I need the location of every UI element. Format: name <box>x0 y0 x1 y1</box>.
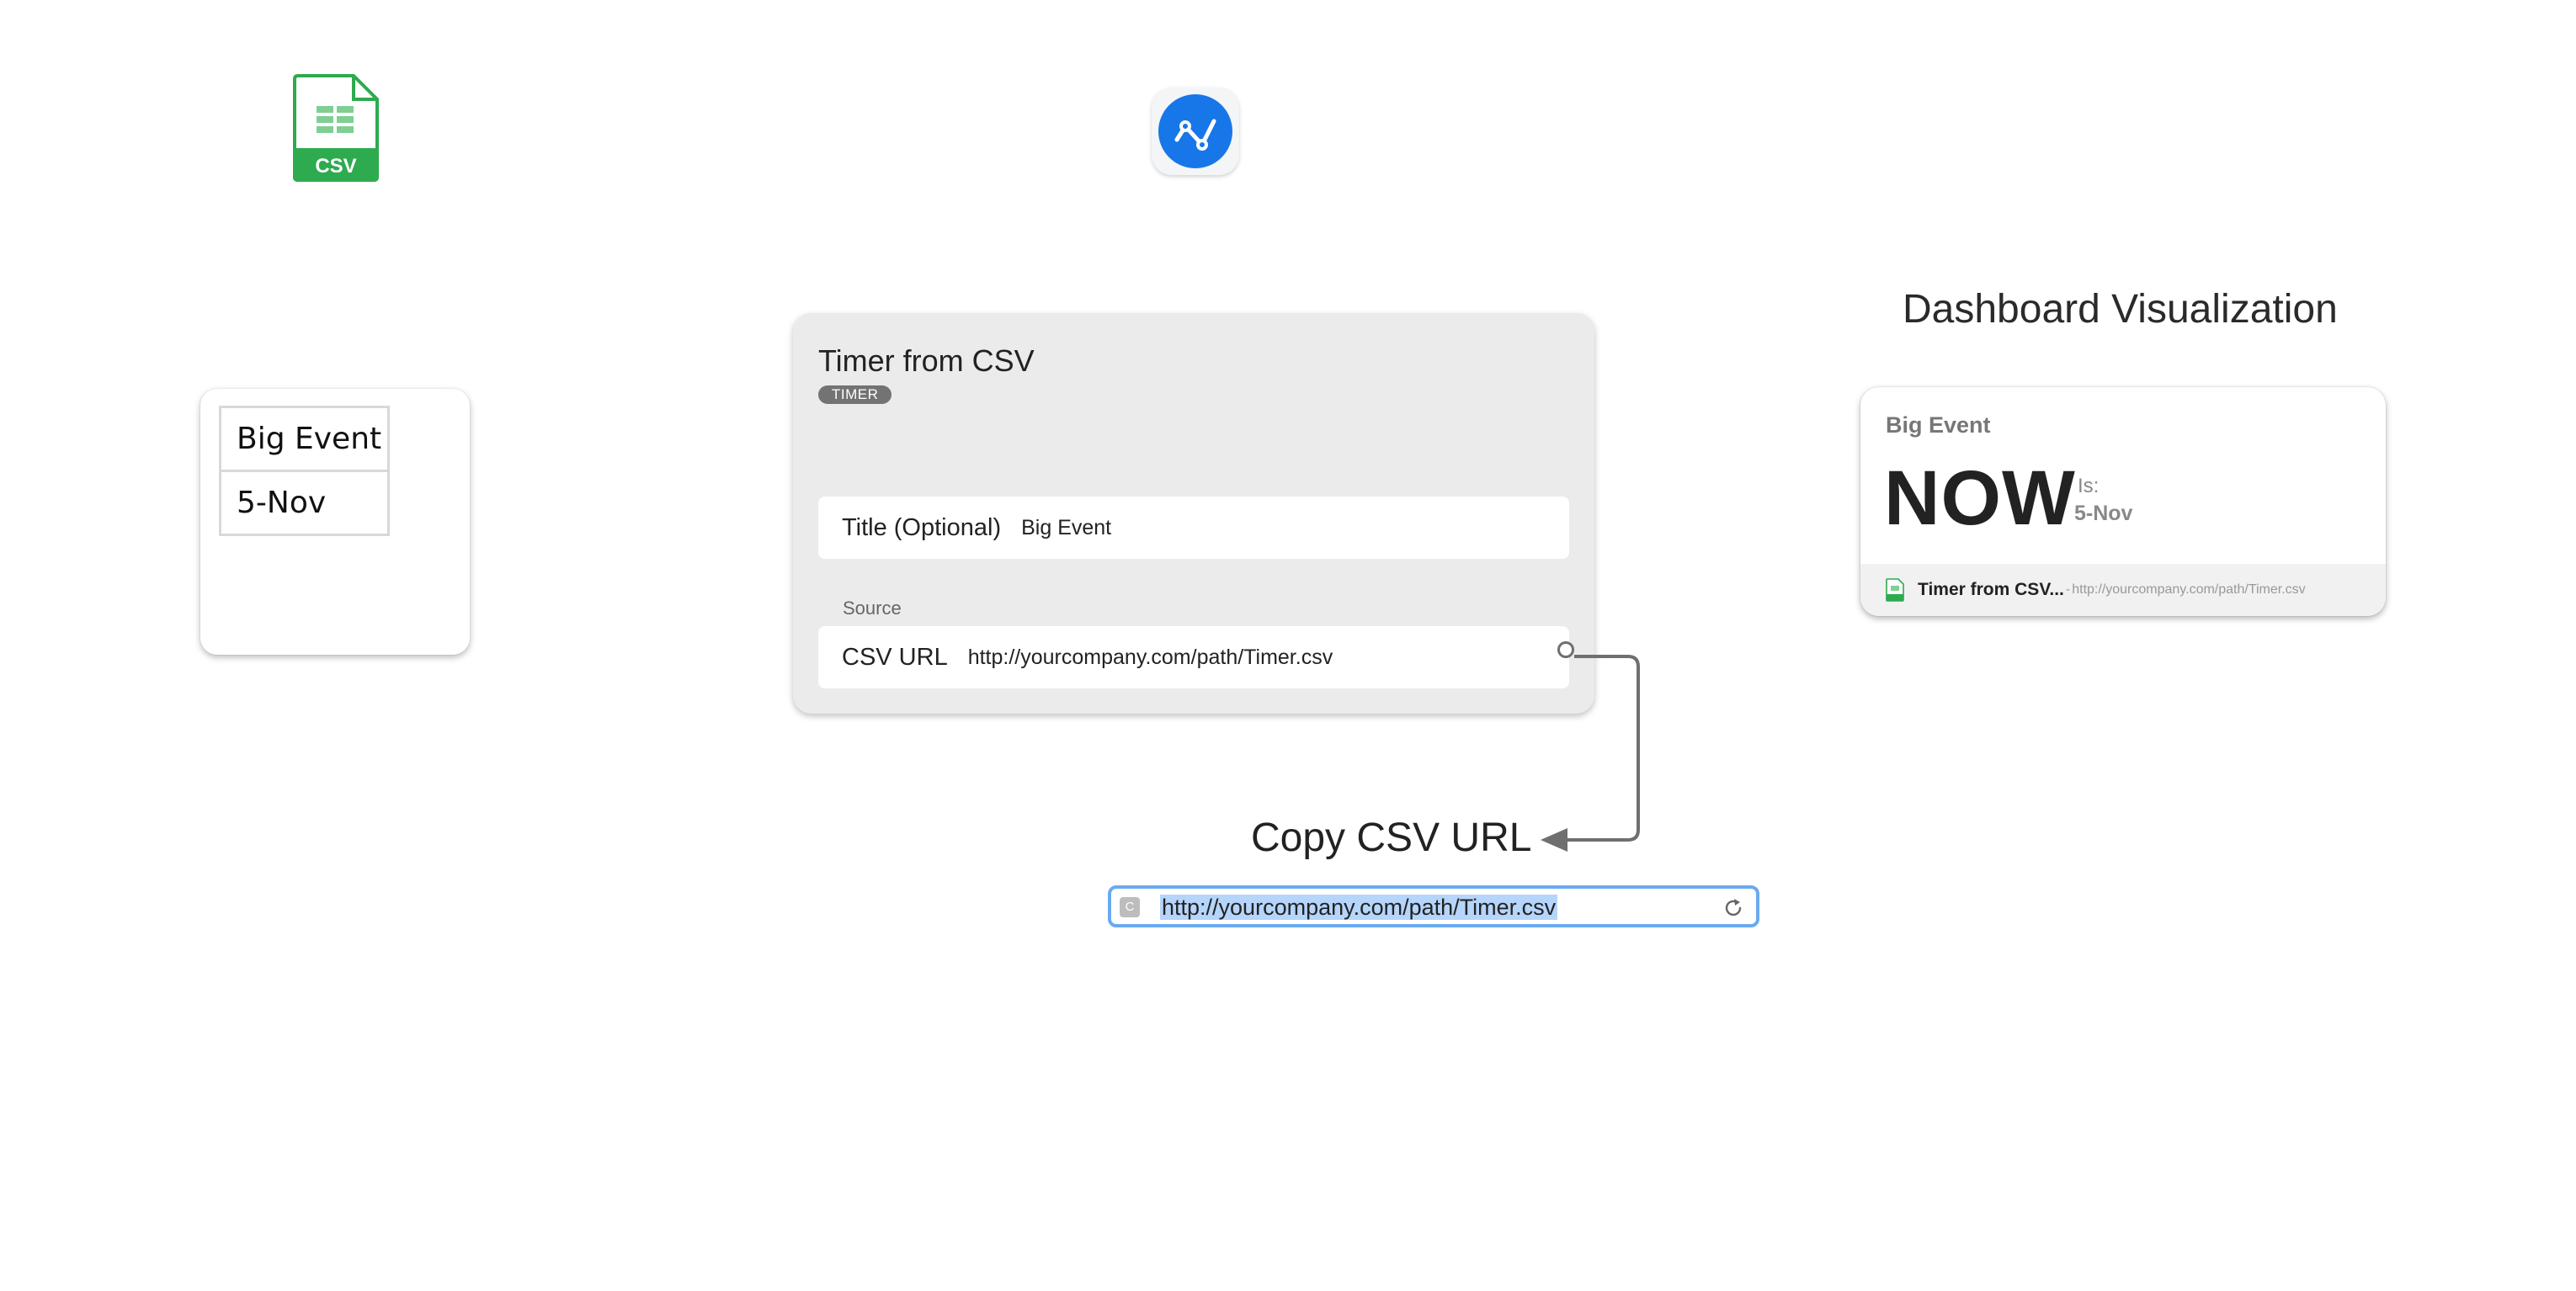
dashboard-timer-card[interactable]: Big Event NOW Is: 5-Nov Timer from CSV..… <box>1860 387 2386 616</box>
copy-csv-url-caption: Copy CSV URL <box>1251 816 1532 860</box>
title-field[interactable]: Title (Optional) Big Event <box>818 497 1569 559</box>
timer-card-title: Timer from CSV <box>818 343 1035 378</box>
browser-url-bar[interactable]: C http://yourcompany.com/path/Timer.csv <box>1108 885 1759 927</box>
csv-url-field-label: CSV URL <box>842 643 948 671</box>
spreadsheet-table: Big Event 5-Nov <box>219 406 390 536</box>
dashboard-source-url: http://yourcompany.com/path/Timer.csv <box>2072 582 2306 597</box>
timer-type-badge: TIMER <box>818 385 892 404</box>
title-field-value[interactable]: Big Event <box>1021 516 1111 540</box>
site-favicon-icon: C <box>1120 897 1140 917</box>
dashboard-source-separator: - <box>2065 582 2071 597</box>
dashboard-card-footer: Timer from CSV... - http://yourcompany.c… <box>1860 564 2386 616</box>
app-logo-icon <box>1152 88 1239 175</box>
timer-config-card: Timer from CSV TIMER Title (Optional) Bi… <box>793 313 1594 714</box>
url-bar-text[interactable]: http://yourcompany.com/path/Timer.csv <box>1160 895 1558 920</box>
connector-handle[interactable] <box>1557 641 1574 658</box>
csv-file-label: CSV <box>315 155 356 178</box>
spreadsheet-preview-card: Big Event 5-Nov <box>200 389 470 655</box>
source-section-label: Source <box>843 598 902 619</box>
spreadsheet-cell-a2: 5-Nov <box>219 470 390 536</box>
table-row: 5-Nov <box>219 470 390 536</box>
csv-file-icon: CSV <box>291 74 379 182</box>
dashboard-date: 5-Nov <box>2074 502 2133 525</box>
dashboard-source-name: Timer from CSV... <box>1918 580 2064 599</box>
reload-icon[interactable] <box>1722 897 1744 919</box>
dashboard-event-title: Big Event <box>1886 412 1991 438</box>
csv-url-field-value[interactable]: http://yourcompany.com/path/Timer.csv <box>968 646 1333 670</box>
table-row: Big Event <box>219 406 390 472</box>
dashboard-is-label: Is: <box>2078 475 2100 497</box>
dashboard-status: NOW <box>1884 455 2076 541</box>
csv-url-field[interactable]: CSV URL http://yourcompany.com/path/Time… <box>818 626 1569 688</box>
csv-source-icon <box>1886 578 1904 602</box>
dashboard-heading: Dashboard Visualization <box>1903 287 2338 332</box>
title-field-label: Title (Optional) <box>842 513 1002 541</box>
spreadsheet-cell-a1: Big Event <box>219 406 390 472</box>
